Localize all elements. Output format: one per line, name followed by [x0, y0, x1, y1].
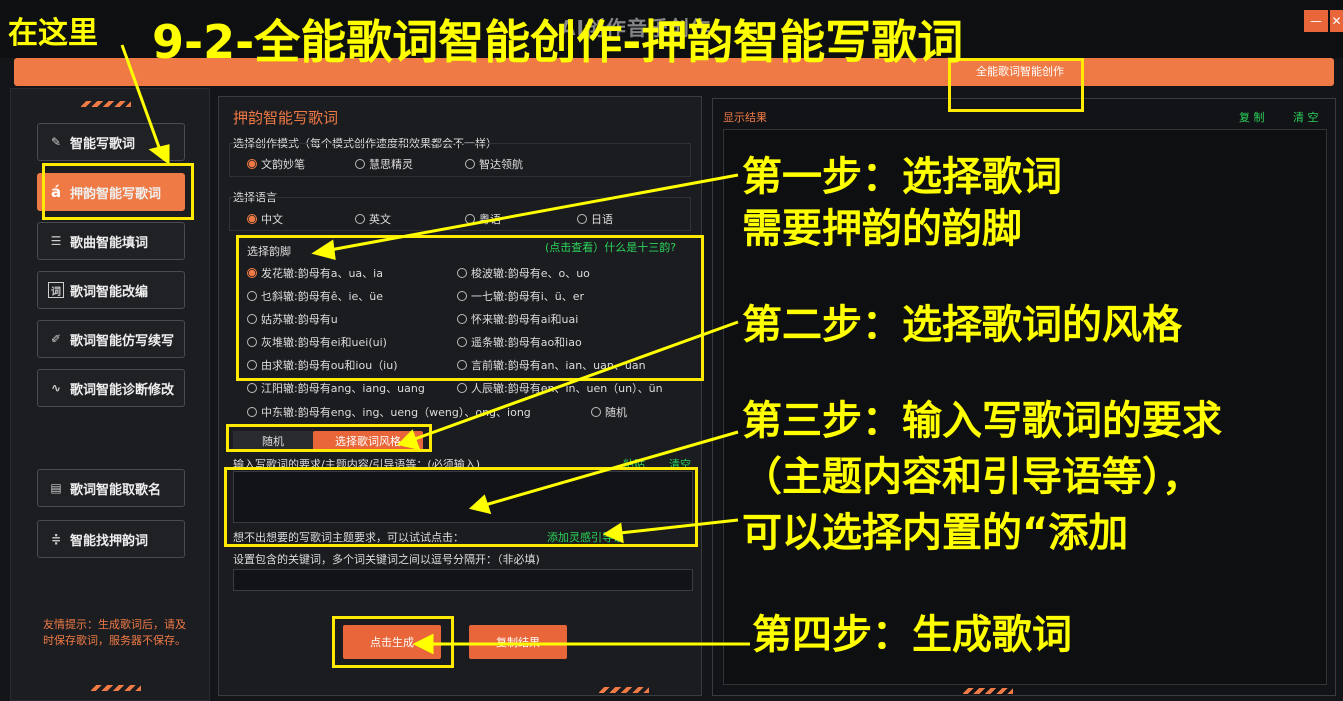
- arrow: [411, 320, 739, 442]
- annotation-arrows: [120, 44, 750, 655]
- annotation-step4: 第四步：生成歌词: [752, 612, 1072, 658]
- arrow-head: [468, 494, 492, 515]
- annotation-step3-c: 可以选择内置的“添加: [742, 510, 1129, 556]
- annotation-title: 9-2-全能歌词智能创作-押韵智能写歌词: [152, 15, 964, 69]
- arrow-head: [397, 429, 421, 451]
- arrow-head: [311, 239, 336, 261]
- annotation-step3-b: （主题内容和引导语等），: [742, 454, 1202, 500]
- annotation-step3: 第三步：输入写歌词的要求: [742, 398, 1222, 444]
- annotation-step2: 第二步：选择歌词的风格: [742, 302, 1182, 348]
- annotation-step1: 第一步：选择歌词: [742, 154, 1062, 200]
- arrow: [619, 518, 739, 535]
- arrow: [484, 430, 739, 507]
- app-window: AI创作音乐创作 — ✕ 全能歌词智能创作 ✎ 智能写歌词 á 押韵智能写歌词 …: [0, 0, 1343, 701]
- arrow-head: [412, 633, 434, 655]
- arrow-head: [148, 144, 170, 165]
- annotation-here: 在这里: [8, 16, 98, 51]
- annotation-step1-b: 需要押韵的韵脚: [742, 206, 1022, 252]
- arrow: [329, 173, 739, 252]
- arrow-head: [602, 522, 624, 544]
